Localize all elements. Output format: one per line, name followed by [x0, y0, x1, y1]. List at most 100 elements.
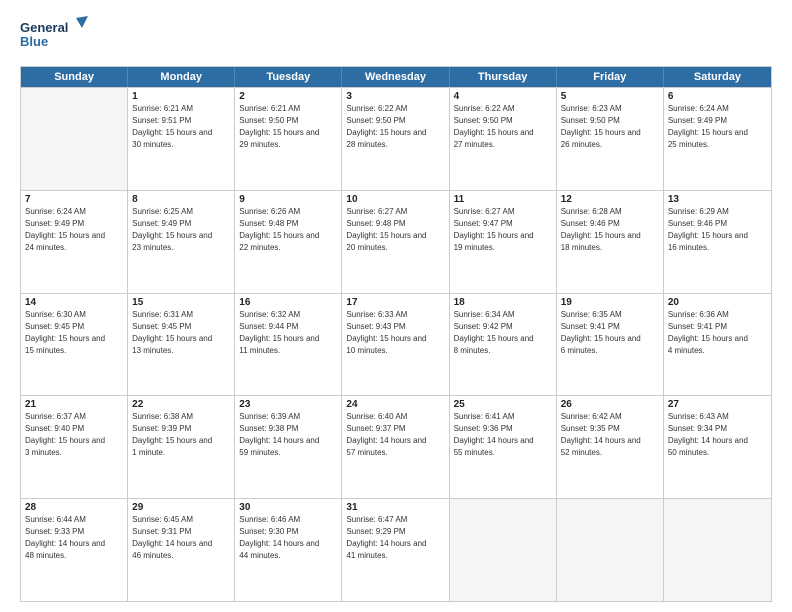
day-number: 9: [239, 194, 337, 205]
cell-info-line: 22 minutes.: [239, 242, 337, 254]
cell-info-line: Daylight: 15 hours and: [132, 230, 230, 242]
week-row-0: 1Sunrise: 6:21 AMSunset: 9:51 PMDaylight…: [21, 87, 771, 190]
cell-info-line: Daylight: 15 hours and: [239, 230, 337, 242]
cell-info-line: Sunset: 9:30 PM: [239, 526, 337, 538]
cell-info-line: Sunrise: 6:32 AM: [239, 309, 337, 321]
cell-info-line: Sunrise: 6:41 AM: [454, 411, 552, 423]
cell-info-line: 55 minutes.: [454, 447, 552, 459]
cell-info-line: Daylight: 15 hours and: [239, 127, 337, 139]
day-number: 2: [239, 91, 337, 102]
cell-info-line: Daylight: 14 hours and: [239, 435, 337, 447]
cell-info-line: Sunrise: 6:47 AM: [346, 514, 444, 526]
cell-info-line: 6 minutes.: [561, 345, 659, 357]
cal-cell: 1Sunrise: 6:21 AMSunset: 9:51 PMDaylight…: [128, 88, 235, 190]
cal-cell: 26Sunrise: 6:42 AMSunset: 9:35 PMDayligh…: [557, 396, 664, 498]
cell-info-line: 27 minutes.: [454, 139, 552, 151]
cell-info-line: Sunset: 9:42 PM: [454, 321, 552, 333]
cell-info-line: Daylight: 14 hours and: [346, 435, 444, 447]
day-number: 30: [239, 502, 337, 513]
cell-info-line: 18 minutes.: [561, 242, 659, 254]
cal-cell: 9Sunrise: 6:26 AMSunset: 9:48 PMDaylight…: [235, 191, 342, 293]
cell-info-line: Sunset: 9:33 PM: [25, 526, 123, 538]
cell-info-line: Sunrise: 6:31 AM: [132, 309, 230, 321]
cell-info-line: Sunset: 9:39 PM: [132, 423, 230, 435]
cell-info-line: Sunset: 9:47 PM: [454, 218, 552, 230]
day-number: 26: [561, 399, 659, 410]
cal-cell: 17Sunrise: 6:33 AMSunset: 9:43 PMDayligh…: [342, 294, 449, 396]
cal-cell: 14Sunrise: 6:30 AMSunset: 9:45 PMDayligh…: [21, 294, 128, 396]
cell-info-line: Sunset: 9:50 PM: [346, 115, 444, 127]
calendar-body: 1Sunrise: 6:21 AMSunset: 9:51 PMDaylight…: [21, 87, 771, 601]
cell-info-line: 30 minutes.: [132, 139, 230, 151]
cell-info-line: Daylight: 15 hours and: [454, 127, 552, 139]
day-number: 29: [132, 502, 230, 513]
day-number: 24: [346, 399, 444, 410]
cal-cell: 31Sunrise: 6:47 AMSunset: 9:29 PMDayligh…: [342, 499, 449, 601]
cell-info-line: Sunset: 9:41 PM: [561, 321, 659, 333]
day-number: 16: [239, 297, 337, 308]
day-number: 20: [668, 297, 767, 308]
cell-info-line: Daylight: 14 hours and: [25, 538, 123, 550]
day-number: 3: [346, 91, 444, 102]
cell-info-line: Sunrise: 6:26 AM: [239, 206, 337, 218]
day-number: 31: [346, 502, 444, 513]
cell-info-line: 13 minutes.: [132, 345, 230, 357]
cell-info-line: 46 minutes.: [132, 550, 230, 562]
cell-info-line: Daylight: 15 hours and: [25, 230, 123, 242]
day-number: 14: [25, 297, 123, 308]
cell-info-line: Sunrise: 6:40 AM: [346, 411, 444, 423]
cal-cell: 10Sunrise: 6:27 AMSunset: 9:48 PMDayligh…: [342, 191, 449, 293]
cell-info-line: 50 minutes.: [668, 447, 767, 459]
cell-info-line: 11 minutes.: [239, 345, 337, 357]
cal-cell: 3Sunrise: 6:22 AMSunset: 9:50 PMDaylight…: [342, 88, 449, 190]
cell-info-line: Daylight: 14 hours and: [346, 538, 444, 550]
svg-text:General: General: [20, 20, 68, 35]
cell-info-line: Daylight: 15 hours and: [346, 127, 444, 139]
cal-cell: [21, 88, 128, 190]
cell-info-line: Daylight: 14 hours and: [132, 538, 230, 550]
cell-info-line: Sunset: 9:48 PM: [239, 218, 337, 230]
cell-info-line: Sunset: 9:44 PM: [239, 321, 337, 333]
day-number: 25: [454, 399, 552, 410]
cell-info-line: Daylight: 14 hours and: [454, 435, 552, 447]
cell-info-line: Daylight: 15 hours and: [25, 333, 123, 345]
cell-info-line: Sunrise: 6:21 AM: [132, 103, 230, 115]
logo: General Blue: [20, 16, 90, 56]
cell-info-line: Sunrise: 6:23 AM: [561, 103, 659, 115]
week-row-2: 14Sunrise: 6:30 AMSunset: 9:45 PMDayligh…: [21, 293, 771, 396]
day-number: 27: [668, 399, 767, 410]
cal-cell: 4Sunrise: 6:22 AMSunset: 9:50 PMDaylight…: [450, 88, 557, 190]
cell-info-line: 3 minutes.: [25, 447, 123, 459]
day-number: 1: [132, 91, 230, 102]
cell-info-line: Sunrise: 6:46 AM: [239, 514, 337, 526]
cell-info-line: Sunrise: 6:44 AM: [25, 514, 123, 526]
day-number: 4: [454, 91, 552, 102]
cell-info-line: Daylight: 14 hours and: [668, 435, 767, 447]
cal-cell: 11Sunrise: 6:27 AMSunset: 9:47 PMDayligh…: [450, 191, 557, 293]
cell-info-line: Sunrise: 6:37 AM: [25, 411, 123, 423]
cell-info-line: Sunrise: 6:25 AM: [132, 206, 230, 218]
cal-cell: [450, 499, 557, 601]
cell-info-line: Sunrise: 6:30 AM: [25, 309, 123, 321]
cell-info-line: Daylight: 15 hours and: [668, 230, 767, 242]
cell-info-line: Sunrise: 6:34 AM: [454, 309, 552, 321]
cell-info-line: Sunset: 9:49 PM: [132, 218, 230, 230]
cell-info-line: Sunset: 9:49 PM: [668, 115, 767, 127]
cell-info-line: Sunset: 9:46 PM: [668, 218, 767, 230]
cell-info-line: Sunrise: 6:43 AM: [668, 411, 767, 423]
day-number: 19: [561, 297, 659, 308]
day-number: 28: [25, 502, 123, 513]
cell-info-line: 25 minutes.: [668, 139, 767, 151]
cell-info-line: Sunset: 9:31 PM: [132, 526, 230, 538]
day-number: 15: [132, 297, 230, 308]
cal-cell: 27Sunrise: 6:43 AMSunset: 9:34 PMDayligh…: [664, 396, 771, 498]
cal-cell: 2Sunrise: 6:21 AMSunset: 9:50 PMDaylight…: [235, 88, 342, 190]
cell-info-line: Sunrise: 6:33 AM: [346, 309, 444, 321]
cal-cell: 5Sunrise: 6:23 AMSunset: 9:50 PMDaylight…: [557, 88, 664, 190]
cell-info-line: Daylight: 15 hours and: [25, 435, 123, 447]
day-number: 10: [346, 194, 444, 205]
cell-info-line: Daylight: 15 hours and: [346, 333, 444, 345]
day-number: 6: [668, 91, 767, 102]
cell-info-line: Daylight: 15 hours and: [132, 333, 230, 345]
cell-info-line: Sunrise: 6:24 AM: [25, 206, 123, 218]
